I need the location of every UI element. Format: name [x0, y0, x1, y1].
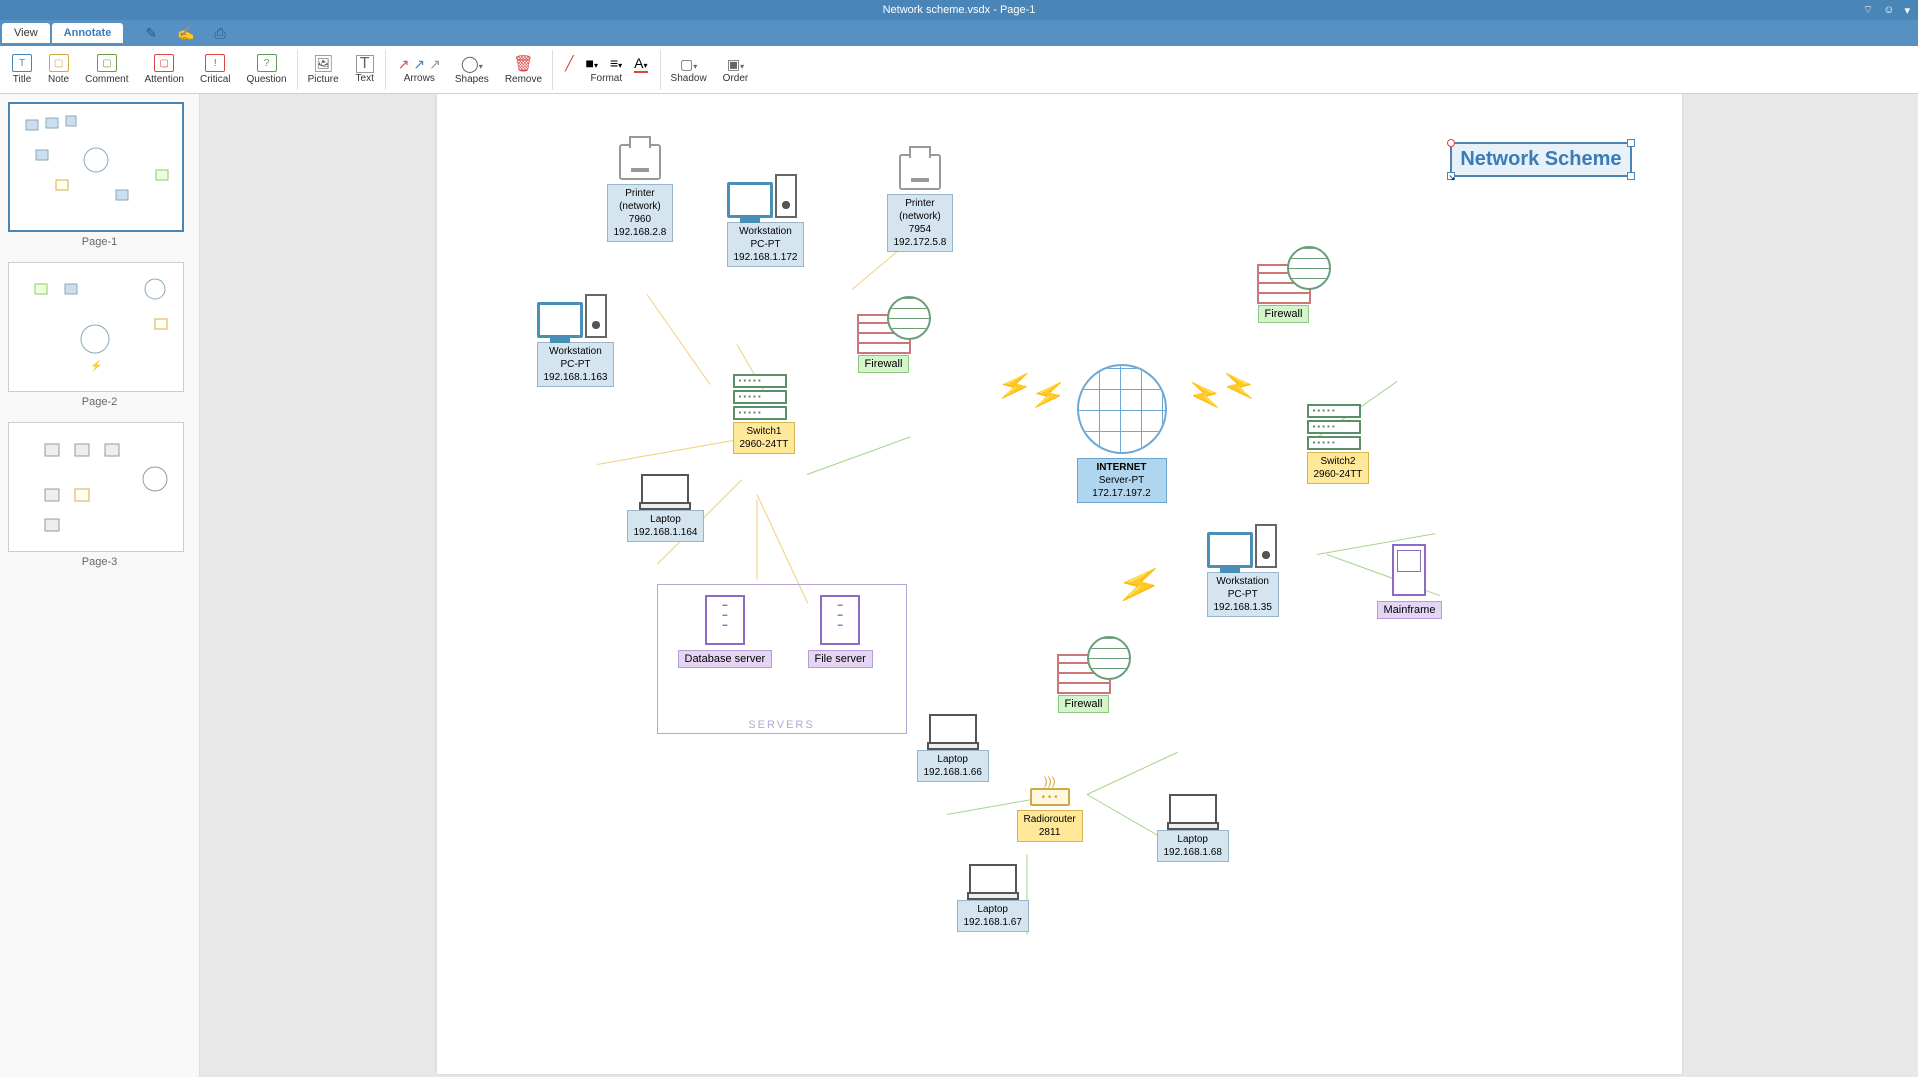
node-firewall-3[interactable]: Firewall: [1057, 654, 1111, 713]
critical-button[interactable]: ! Critical: [194, 52, 237, 87]
node-file-server[interactable]: File server: [808, 595, 873, 668]
node-printer-1[interactable]: Printer (network) 7960 192.168.2.8: [607, 144, 674, 242]
node-mainframe[interactable]: Mainframe: [1377, 544, 1443, 619]
print-icon[interactable]: ⎙: [215, 25, 226, 42]
lightning-icon: ⚡⚡: [1183, 366, 1259, 416]
node-workstation-1[interactable]: Workstation PC-PT 192.168.1.172: [727, 174, 805, 267]
blue-arrow-icon[interactable]: ↗: [413, 56, 425, 73]
shadow-button[interactable]: ▢▾ Shadow: [665, 54, 713, 86]
printer-icon: [619, 144, 661, 180]
gray-arrow-icon[interactable]: ↗: [429, 56, 441, 73]
diagram-title-selected[interactable]: ↘ Network Scheme: [1450, 142, 1631, 177]
server-icon: [820, 595, 860, 645]
text-button[interactable]: T Text: [349, 52, 381, 87]
laptop-icon: [969, 864, 1017, 896]
workstation-icon: [537, 294, 615, 338]
tab-view[interactable]: View: [2, 23, 50, 43]
comment-button[interactable]: ▢ Comment: [79, 52, 134, 87]
question-button[interactable]: ? Question: [241, 52, 293, 87]
thumbnail-page-2[interactable]: ⚡: [8, 262, 184, 392]
router-icon: [1030, 788, 1070, 806]
svg-text:⚡: ⚡: [90, 359, 102, 372]
workstation-icon: [727, 174, 805, 218]
mainframe-icon: [1392, 544, 1426, 596]
firewall-icon: [1057, 654, 1111, 694]
rotate-handle[interactable]: [1447, 139, 1455, 147]
remove-button[interactable]: 🗑 Remove: [499, 52, 548, 87]
node-internet[interactable]: INTERNET Server-PT 172.17.197.2: [1077, 364, 1167, 503]
laptop-icon: [1169, 794, 1217, 826]
thumbnail-page-3[interactable]: [8, 422, 184, 552]
red-arrow-icon[interactable]: ↗: [398, 56, 410, 73]
wifi-icon: ))): [1017, 774, 1083, 788]
node-database-server[interactable]: Database server: [678, 595, 773, 668]
tab-bar: View Annotate ✎ ✍ ⎙: [0, 20, 1918, 46]
line-style-icon[interactable]: ≡▾: [610, 55, 622, 73]
resize-handle-br[interactable]: [1627, 172, 1635, 180]
printer-icon: [899, 154, 941, 190]
thumbnail-label-2: Page-2: [8, 392, 191, 412]
dropdown-icon[interactable]: ▾: [1904, 4, 1910, 17]
lightning-icon: ⚡: [1112, 559, 1166, 611]
arrows-label: Arrows: [404, 73, 435, 84]
format-label: Format: [590, 73, 622, 84]
pen-icon[interactable]: ✎: [145, 25, 157, 42]
note-button[interactable]: ▢ Note: [42, 52, 75, 87]
attention-button[interactable]: ▢ Attention: [138, 52, 189, 87]
lightning-icon: ⚡⚡: [993, 366, 1069, 416]
ribbon-toolbar: T Title ▢ Note ▢ Comment ▢ Attention ! C…: [0, 46, 1918, 94]
node-firewall-1[interactable]: Firewall: [857, 314, 911, 373]
canvas-viewport[interactable]: ↘ Network Scheme Printer (network) 7960 …: [200, 94, 1918, 1077]
diagram-title-text: Network Scheme: [1460, 148, 1621, 170]
node-workstation-3[interactable]: Workstation PC-PT 192.168.1.35: [1207, 524, 1279, 617]
node-printer-2[interactable]: Printer (network) 7954 192.172.5.8: [887, 154, 954, 252]
laptop-icon: [641, 474, 689, 506]
servers-group[interactable]: Database server File server SERVERS: [657, 584, 907, 734]
picture-button[interactable]: 🖼 Picture: [302, 52, 345, 87]
fill-icon[interactable]: ■▾: [586, 55, 598, 73]
node-switch-2[interactable]: Switch2 2960-24TT: [1307, 404, 1370, 484]
node-firewall-2[interactable]: Firewall: [1257, 264, 1311, 323]
page-thumbnails-sidebar: Page-1 ⚡ Page-2 Page-3: [0, 94, 200, 1077]
font-color-icon[interactable]: A▾: [634, 55, 647, 73]
window-title-bar: Network scheme.vsdx - Page-1 ⌔ ☺ ▾: [0, 0, 1918, 20]
window-title: Network scheme.vsdx - Page-1: [883, 4, 1036, 16]
switch-icon: [1307, 404, 1370, 450]
thumbnail-label-1: Page-1: [8, 232, 191, 252]
diagram-canvas[interactable]: ↘ Network Scheme Printer (network) 7960 …: [437, 94, 1682, 1074]
resize-handle-bl[interactable]: ↘: [1447, 172, 1455, 180]
node-workstation-2[interactable]: Workstation PC-PT 192.168.1.163: [537, 294, 615, 387]
workstation-icon: [1207, 524, 1279, 568]
node-radiorouter[interactable]: ))) Radiorouter 2811: [1017, 774, 1083, 842]
title-button[interactable]: T Title: [6, 52, 38, 87]
resize-handle-tr[interactable]: [1627, 139, 1635, 147]
firewall-icon: [857, 314, 911, 354]
rss-icon[interactable]: ⌔: [1863, 3, 1873, 17]
line-color-icon[interactable]: ╱: [565, 55, 573, 73]
thumbnail-page-1[interactable]: [8, 102, 184, 232]
node-laptop-4[interactable]: Laptop 192.168.1.68: [1157, 794, 1229, 862]
globe-icon: [1077, 364, 1167, 454]
node-laptop-1[interactable]: Laptop 192.168.1.164: [627, 474, 705, 542]
shapes-button[interactable]: ◯▾ Shapes: [449, 52, 495, 87]
order-button[interactable]: ▣▾ Order: [717, 54, 755, 86]
firewall-icon: [1257, 264, 1311, 304]
laptop-icon: [929, 714, 977, 746]
face-icon[interactable]: ☺: [1883, 4, 1894, 16]
servers-group-label: SERVERS: [658, 719, 906, 731]
node-laptop-3[interactable]: Laptop 192.168.1.67: [957, 864, 1029, 932]
node-laptop-2[interactable]: Laptop 192.168.1.66: [917, 714, 989, 782]
node-switch-1[interactable]: Switch1 2960-24TT: [733, 374, 796, 454]
thumbnail-label-3: Page-3: [8, 552, 191, 572]
switch-icon: [733, 374, 796, 420]
tab-annotate[interactable]: Annotate: [52, 23, 124, 43]
person-pen-icon[interactable]: ✍: [177, 25, 194, 42]
server-icon: [705, 595, 745, 645]
